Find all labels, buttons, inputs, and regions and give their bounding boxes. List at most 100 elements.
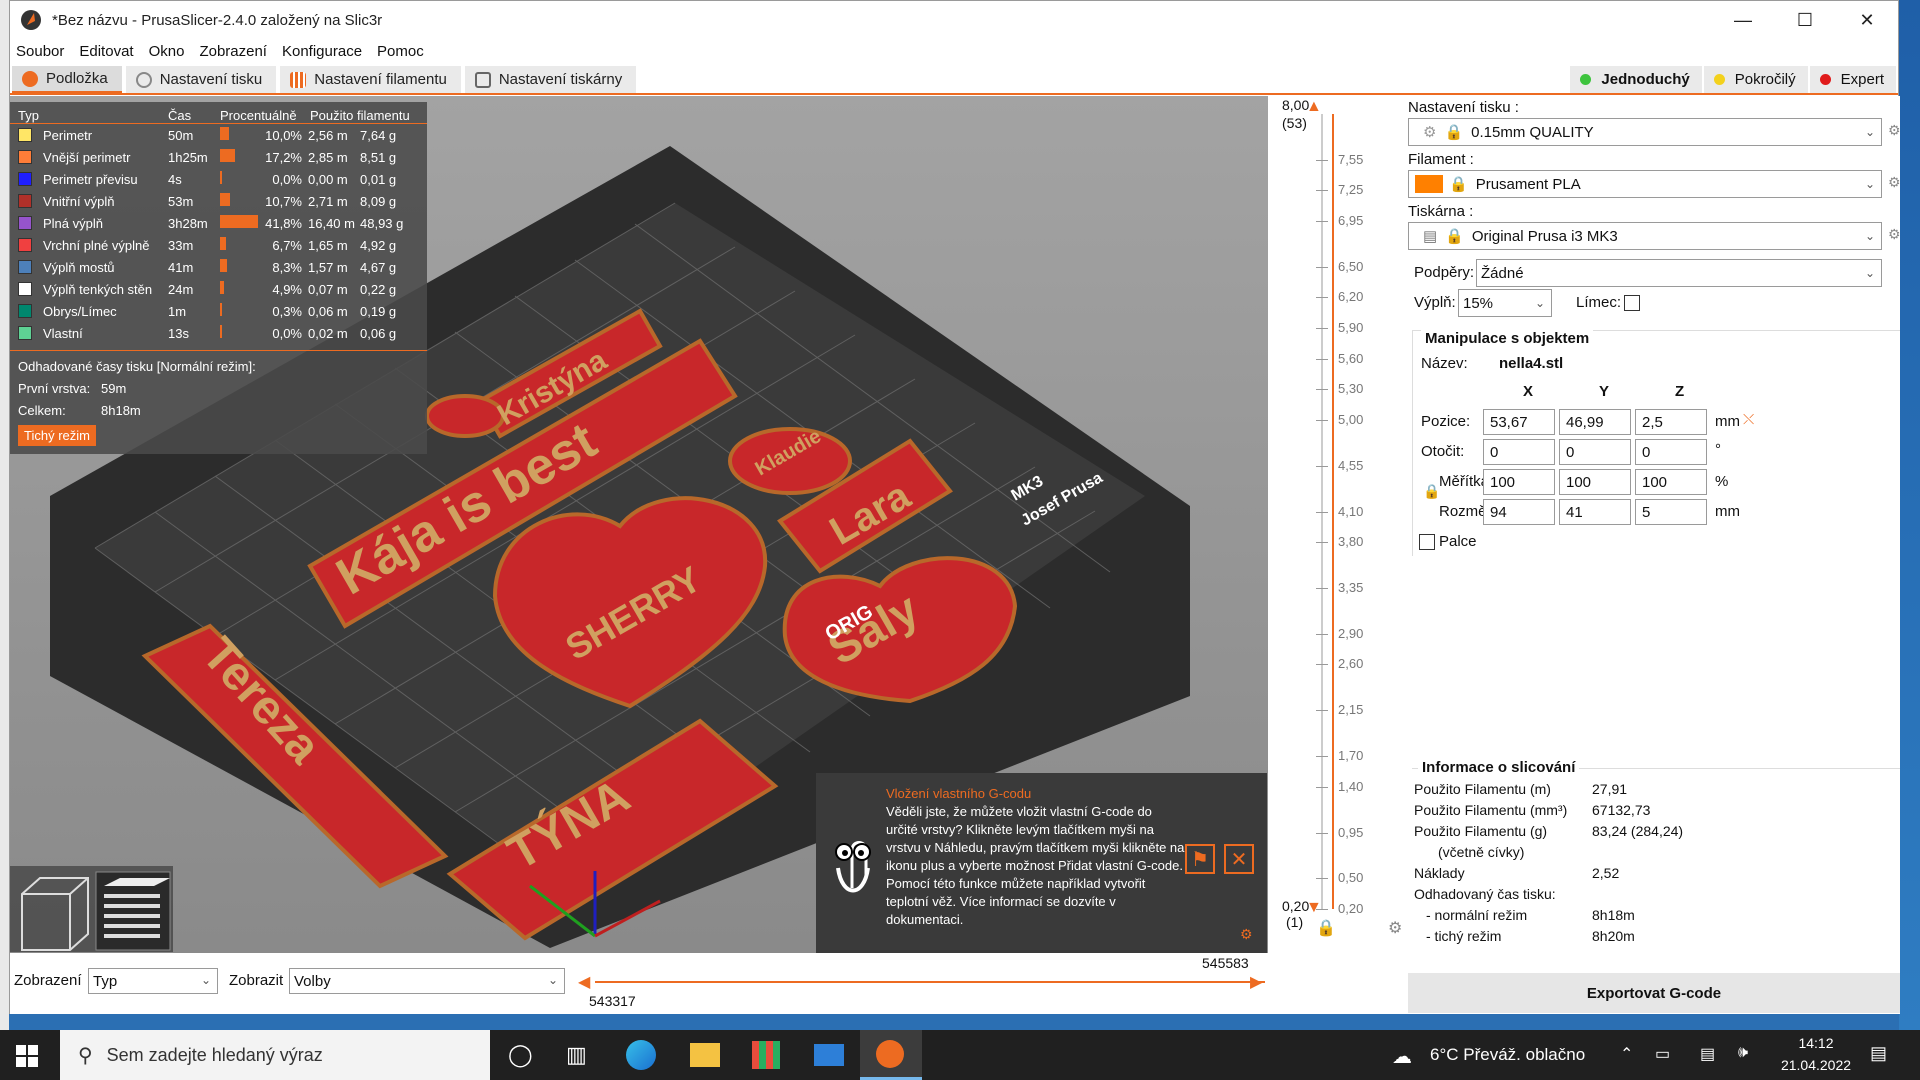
hint-close-icon[interactable]: ✕ (1224, 844, 1254, 874)
chevron-up-icon[interactable]: ⌃ (1620, 1044, 1633, 1064)
battery-icon[interactable]: ▭ (1655, 1044, 1670, 1064)
clock-date[interactable]: 21.04.2022 (1776, 1057, 1856, 1073)
slider-tick-label: 1,40 (1338, 778, 1364, 794)
slider-settings-gear-icon[interactable]: ⚙ (1388, 918, 1402, 938)
tab-print-settings[interactable]: Nastavení tisku (125, 66, 277, 93)
menu-zobrazeni[interactable]: Zobrazení (199, 43, 267, 60)
tab-filament-settings[interactable]: Nastavení filamentu (280, 66, 461, 93)
layers-view-icon[interactable] (95, 871, 171, 951)
filament-color-swatch[interactable] (1415, 175, 1443, 193)
menu-editovat[interactable]: Editovat (79, 43, 133, 60)
view-type-select[interactable]: Typ ⌄ (88, 968, 218, 994)
microsoft-store-icon[interactable] (752, 1041, 780, 1069)
hint-settings-gear-icon[interactable]: ⚙ (1240, 926, 1253, 943)
legend-row[interactable]: Perimetr 50m 10,0% 2,56 m 7,64 g (10, 124, 427, 146)
slider-tick-label: 2,60 (1338, 656, 1364, 672)
rotation-x-input[interactable]: 0 (1483, 439, 1555, 465)
weather-text[interactable]: 6°C Převáž. oblačno (1430, 1045, 1585, 1065)
slider-tick-label: 7,55 (1338, 151, 1364, 167)
windows-start-icon[interactable] (16, 1045, 38, 1067)
vertical-layer-slider[interactable] (1332, 114, 1334, 909)
brim-checkbox[interactable] (1624, 295, 1640, 311)
legend-time: 41m (168, 259, 194, 275)
speaker-icon[interactable]: 🕪 (1738, 1044, 1748, 1062)
legend-length: 2,85 m (308, 149, 348, 165)
menu-okno[interactable]: Okno (149, 43, 185, 60)
legend-row[interactable]: Vnější perimetr 1h25m 17,2% 2,85 m 8,51 g (10, 146, 427, 168)
legend-row[interactable]: Plná výplň 3h28m 41,8% 16,40 m 48,93 g (10, 212, 427, 234)
3d-view-icon[interactable] (21, 877, 89, 951)
inches-checkbox[interactable] (1419, 534, 1435, 550)
clock-time[interactable]: 14:12 (1776, 1035, 1856, 1051)
legend-row[interactable]: Obrys/Límec 1m 0,3% 0,06 m 0,19 g (10, 300, 427, 322)
legend-row[interactable]: Vlastní 13s 0,0% 0,02 m 0,06 g (10, 322, 427, 344)
file-explorer-icon[interactable] (690, 1043, 720, 1067)
printer-profile-select[interactable]: ▤ 🔒 Original Prusa i3 MK3 ⌄ (1408, 222, 1882, 250)
legend-percent-bar (220, 281, 224, 294)
position-y-input[interactable]: 46,99 (1559, 409, 1631, 435)
supports-select[interactable]: Žádné ⌄ (1476, 259, 1882, 287)
mode-advanced[interactable]: Pokročilý (1703, 66, 1808, 93)
color-swatch (18, 238, 32, 252)
tab-printer-settings[interactable]: Nastavení tiskárny (464, 66, 637, 93)
mail-icon[interactable] (814, 1044, 844, 1066)
legend-row[interactable]: Výplň tenkých stěn 24m 4,9% 0,07 m 0,22 g (10, 278, 427, 300)
legend-percent-bar (220, 127, 229, 140)
infill-select[interactable]: 15% ⌄ (1458, 289, 1552, 317)
size-z-input[interactable]: 5 (1635, 499, 1707, 525)
slice-info-row: Odhadovaný čas tisku: (1414, 886, 1894, 906)
maximize-button[interactable]: ☐ (1774, 1, 1836, 39)
close-button[interactable]: ✕ (1836, 1, 1898, 39)
mode-simple[interactable]: Jednoduchý (1570, 66, 1702, 93)
hint-title[interactable]: Vložení vlastního G-codu (886, 786, 1031, 801)
export-gcode-button[interactable]: Exportovat G-code (1408, 973, 1900, 1013)
size-x-input[interactable]: 94 (1483, 499, 1555, 525)
legend-type: Perimetr (18, 128, 168, 143)
scale-y-input[interactable]: 100 (1559, 469, 1631, 495)
legend-row[interactable]: Perimetr převisu 4s 0,0% 0,00 m 0,01 g (10, 168, 427, 190)
task-view-icon[interactable]: ▥ (566, 1042, 596, 1072)
hint-open-doc-icon[interactable]: ⚑ (1185, 844, 1215, 874)
network-icon[interactable]: ▤ (1700, 1044, 1715, 1064)
legend-row[interactable]: Vrchní plné výplně 33m 6,7% 1,65 m 4,92 g (10, 234, 427, 256)
3d-preview-canvas[interactable]: Kája is best Kristýna SHERRY Lara Klaudi… (10, 96, 1268, 953)
rotation-z-input[interactable]: 0 (1635, 439, 1707, 465)
notification-icon[interactable]: ▤ (1870, 1043, 1887, 1064)
horizontal-move-slider[interactable] (595, 981, 1265, 983)
position-x-input[interactable]: 53,67 (1483, 409, 1555, 435)
mode-expert[interactable]: Expert (1809, 66, 1896, 93)
tab-podlozka[interactable]: Podložka (12, 66, 122, 93)
prusaslicer-taskbar-button[interactable] (860, 1030, 922, 1080)
printer-edit-gear-icon[interactable]: ⚙ (1888, 226, 1901, 243)
taskbar-search-box[interactable]: ⚲ Sem zadejte hledaný výraz (60, 1030, 490, 1080)
scale-lock-icon[interactable]: 🔒 (1423, 483, 1440, 500)
legend-row[interactable]: Výplň mostů 41m 8,3% 1,57 m 4,67 g (10, 256, 427, 278)
print-profile-select[interactable]: ⚙ 🔒 0.15mm QUALITY ⌄ (1408, 118, 1882, 146)
show-options-select[interactable]: Volby ⌄ (289, 968, 565, 994)
silent-mode-button[interactable]: Tichý režim (18, 425, 96, 446)
slider-right-arrow-icon[interactable]: ▶ (1250, 972, 1262, 992)
slider-left-arrow-icon[interactable]: ◀ (578, 972, 590, 992)
edge-browser-icon[interactable] (626, 1040, 656, 1070)
scale-z-input[interactable]: 100 (1635, 469, 1707, 495)
drop-to-bed-icon[interactable]: ⤬ (1743, 411, 1754, 428)
menu-soubor[interactable]: Soubor (16, 43, 64, 60)
name-value: nella4.stl (1499, 355, 1564, 372)
upper-thumb-icon[interactable]: ▲ (1306, 98, 1322, 116)
legend-col-type: Typ (18, 108, 39, 123)
position-z-input[interactable]: 2,5 (1635, 409, 1707, 435)
cortana-icon[interactable]: ◯ (508, 1042, 538, 1072)
lock-icon[interactable]: 🔒 (1316, 918, 1336, 938)
scale-x-input[interactable]: 100 (1483, 469, 1555, 495)
filament-profile-select[interactable]: 🔒 Prusament PLA ⌄ (1408, 170, 1882, 198)
rotation-y-input[interactable]: 0 (1559, 439, 1631, 465)
minimize-button[interactable]: — (1712, 1, 1774, 39)
filament-edit-gear-icon[interactable]: ⚙ (1888, 174, 1901, 191)
print-edit-gear-icon[interactable]: ⚙ (1888, 122, 1901, 139)
menu-pomoc[interactable]: Pomoc (377, 43, 424, 60)
object-kristyna-tab[interactable] (425, 394, 505, 438)
view-type-value: Typ (93, 972, 118, 990)
size-y-input[interactable]: 41 (1559, 499, 1631, 525)
legend-row[interactable]: Vnitřní výplň 53m 10,7% 2,71 m 8,09 g (10, 190, 427, 212)
menu-konfigurace[interactable]: Konfigurace (282, 43, 362, 60)
